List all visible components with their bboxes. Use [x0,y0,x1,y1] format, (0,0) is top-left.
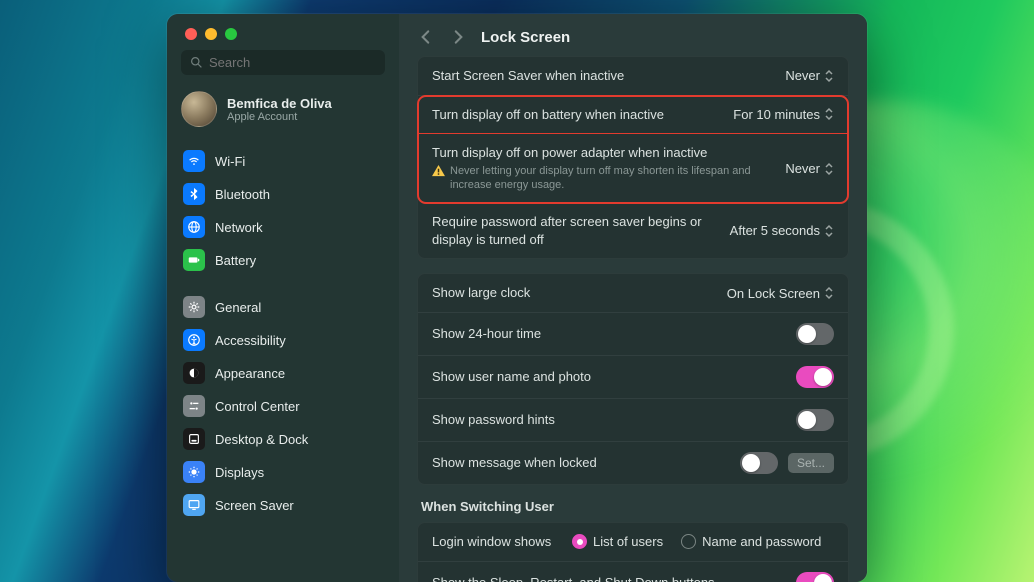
row-require-password: Require password after screen saver begi… [418,203,848,258]
sidebar: Bemfica de Oliva Apple Account Wi-Fi Blu… [167,14,399,582]
account-subtitle: Apple Account [227,111,332,123]
fullscreen-button[interactable] [225,28,237,40]
sidebar-item-accessibility[interactable]: Accessibility [177,324,389,356]
set-message-button[interactable]: Set... [788,453,834,473]
sidebar-item-network[interactable]: Network [177,211,389,243]
row-display-battery: Turn display off on battery when inactiv… [418,96,848,135]
toggle-24-hour[interactable] [796,323,834,345]
sidebar-item-desktop-dock[interactable]: Desktop & Dock [177,423,389,455]
row-24-hour-time: Show 24-hour time [418,313,848,356]
gear-icon [183,296,205,318]
label: Turn display off on power adapter when i… [432,144,775,162]
account-name: Bemfica de Oliva [227,96,332,111]
sidebar-item-label: Wi-Fi [215,154,245,169]
label: Turn display off on battery when inactiv… [432,106,723,124]
page-title: Lock Screen [481,29,570,46]
chevron-up-down-icon [824,286,834,300]
search-input[interactable] [181,50,385,75]
sidebar-item-control-center[interactable]: Control Center [177,390,389,422]
display-options-group: Show large clock On Lock Screen Show 24-… [417,273,849,485]
switching-user-group: Login window shows List of users Name an… [417,522,849,582]
radio-icon [681,534,696,549]
window-controls [167,14,399,40]
display-power-popup[interactable]: Never [785,161,834,176]
system-settings-window: Bemfica de Oliva Apple Account Wi-Fi Blu… [167,14,867,582]
section-header-switching: When Switching User [417,499,849,522]
account-row[interactable]: Bemfica de Oliva Apple Account [167,83,399,141]
label: Show user name and photo [432,368,786,386]
sidebar-item-label: Displays [215,465,264,480]
sidebar-nav: Wi-Fi Bluetooth Network Battery General [167,141,399,526]
row-password-hints: Show password hints [418,399,848,442]
accessibility-icon [183,329,205,351]
label: Login window shows [432,533,562,551]
label: Show the Sleep, Restart, and Shut Down b… [432,574,786,582]
sidebar-item-bluetooth[interactable]: Bluetooth [177,178,389,210]
sidebar-item-label: Accessibility [215,333,286,348]
row-sleep-restart-buttons: Show the Sleep, Restart, and Shut Down b… [418,562,848,582]
sidebar-item-screen-saver[interactable]: Screen Saver [177,489,389,521]
close-button[interactable] [185,28,197,40]
network-icon [183,216,205,238]
sidebar-item-label: Control Center [215,399,300,414]
sidebar-item-label: Battery [215,253,256,268]
dock-icon [183,428,205,450]
toggle-user-photo[interactable] [796,366,834,388]
sidebar-item-label: Appearance [215,366,285,381]
row-login-window-shows: Login window shows List of users Name an… [418,523,848,562]
chevron-up-down-icon [824,224,834,238]
control-center-icon [183,395,205,417]
wifi-icon [183,150,205,172]
warning-text: Never letting your display turn off may … [450,164,775,194]
search-icon [190,56,203,69]
sidebar-item-wifi[interactable]: Wi-Fi [177,145,389,177]
toggle-sleep-restart[interactable] [796,572,834,582]
label: Show message when locked [432,454,730,472]
chevron-up-down-icon [824,162,834,176]
require-password-popup[interactable]: After 5 seconds [730,223,834,238]
radio-name-password[interactable]: Name and password [681,534,821,549]
row-display-power: Turn display off on power adapter when i… [418,134,848,203]
label: Show large clock [432,284,717,302]
row-screen-saver: Start Screen Saver when inactive Never [418,57,848,96]
forward-button[interactable] [449,28,467,46]
toggle-password-hints[interactable] [796,409,834,431]
displays-icon [183,461,205,483]
radio-icon [572,534,587,549]
screen-saver-icon [183,494,205,516]
row-user-photo: Show user name and photo [418,356,848,399]
sidebar-item-label: Network [215,220,263,235]
sidebar-item-displays[interactable]: Displays [177,456,389,488]
back-button[interactable] [417,28,435,46]
row-locked-message: Show message when locked Set... [418,442,848,484]
toggle-locked-message[interactable] [740,452,778,474]
avatar [181,91,217,127]
label: Show password hints [432,411,786,429]
appearance-icon [183,362,205,384]
large-clock-popup[interactable]: On Lock Screen [727,286,834,301]
radio-list-of-users[interactable]: List of users [572,534,663,549]
sidebar-item-label: Desktop & Dock [215,432,308,447]
minimize-button[interactable] [205,28,217,40]
sidebar-item-label: Bluetooth [215,187,270,202]
label: Show 24-hour time [432,325,786,343]
battery-icon [183,249,205,271]
screen-saver-popup[interactable]: Never [785,68,834,83]
sidebar-item-appearance[interactable]: Appearance [177,357,389,389]
chevron-up-down-icon [824,107,834,121]
display-battery-popup[interactable]: For 10 minutes [733,107,834,122]
row-large-clock: Show large clock On Lock Screen [418,274,848,313]
sidebar-item-label: Screen Saver [215,498,294,513]
label: Require password after screen saver begi… [432,213,720,248]
bluetooth-icon [183,183,205,205]
sidebar-item-label: General [215,300,261,315]
label: Start Screen Saver when inactive [432,67,775,85]
chevron-up-down-icon [824,69,834,83]
main-pane: Lock Screen Start Screen Saver when inac… [399,14,867,582]
inactivity-group: Start Screen Saver when inactive Never T… [417,56,849,259]
sidebar-item-battery[interactable]: Battery [177,244,389,276]
warning-icon [432,165,445,177]
sidebar-item-general[interactable]: General [177,291,389,323]
